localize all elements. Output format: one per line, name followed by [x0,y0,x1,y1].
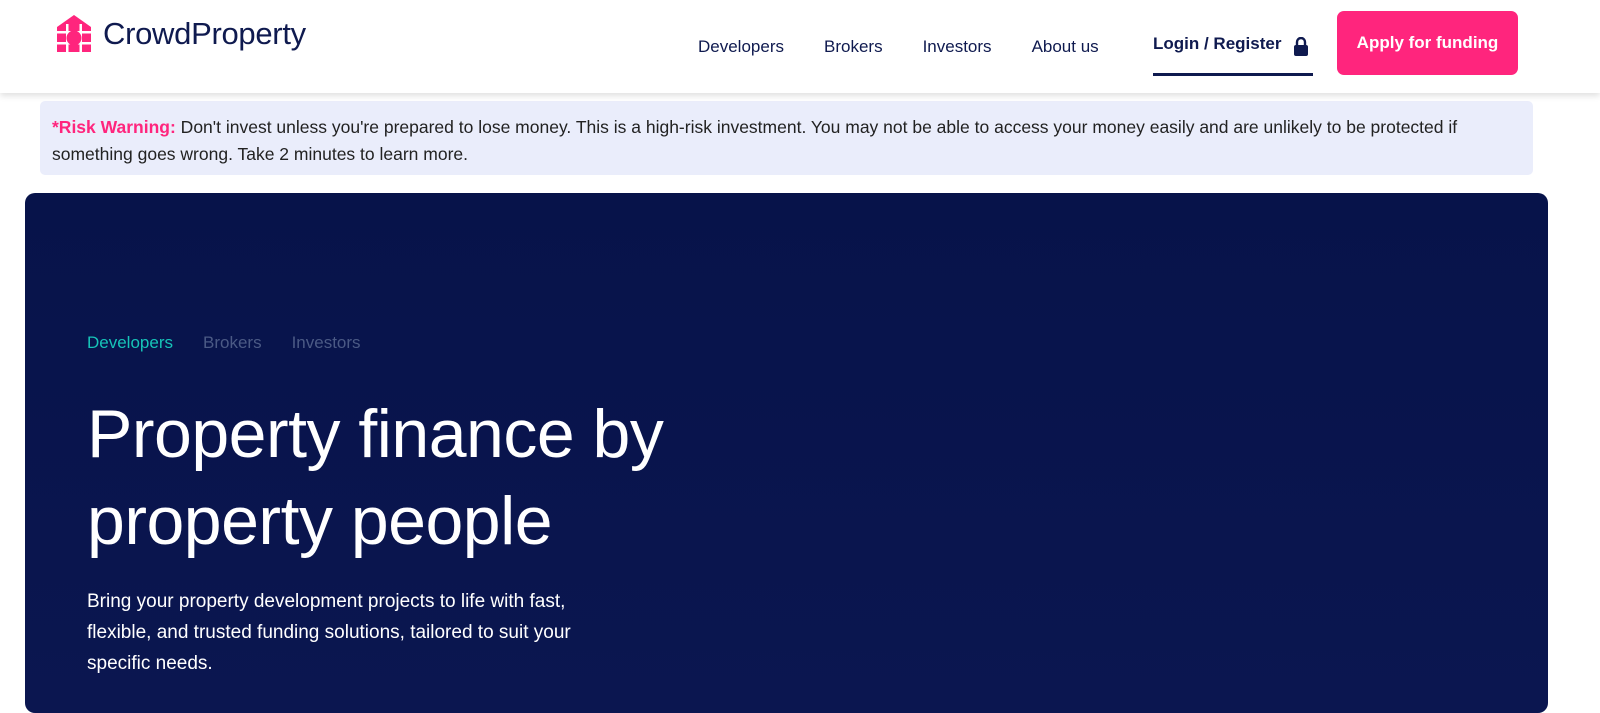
main-nav: Developers Brokers Investors About us [698,0,1139,93]
hero-title-line1: Property finance by [87,396,664,472]
lock-icon [1294,37,1309,56]
nav-about-us[interactable]: About us [1032,37,1099,57]
site-header: CrowdProperty Developers Brokers Investo… [0,0,1600,93]
login-register-label: Login / Register [1153,34,1282,53]
logo-house-icon [55,15,93,54]
logo-text: CrowdProperty [103,16,306,51]
tab-developers[interactable]: Developers [87,333,173,353]
risk-warning-banner: *Risk Warning: Don't invest unless you'r… [40,101,1533,175]
audience-tabs: Developers Brokers Investors [87,333,361,353]
tab-investors[interactable]: Investors [292,333,361,353]
hero-title: Property finance by property people [87,391,664,565]
apply-for-funding-button[interactable]: Apply for funding [1337,11,1518,75]
hero-subtitle: Bring your property development projects… [87,591,571,674]
risk-warning-text[interactable]: Don't invest unless you're prepared to l… [52,117,1457,164]
nav-investors[interactable]: Investors [923,37,992,57]
hero-title-line2: property people [87,483,553,559]
login-register-link[interactable]: Login / Register [1153,34,1314,76]
tab-brokers[interactable]: Brokers [203,333,262,353]
nav-developers[interactable]: Developers [698,37,784,57]
nav-brokers[interactable]: Brokers [824,37,883,57]
logo[interactable]: CrowdProperty [55,14,306,54]
risk-warning-label: *Risk Warning: [52,117,176,137]
hero-section: Developers Brokers Investors Property fi… [25,193,1548,713]
